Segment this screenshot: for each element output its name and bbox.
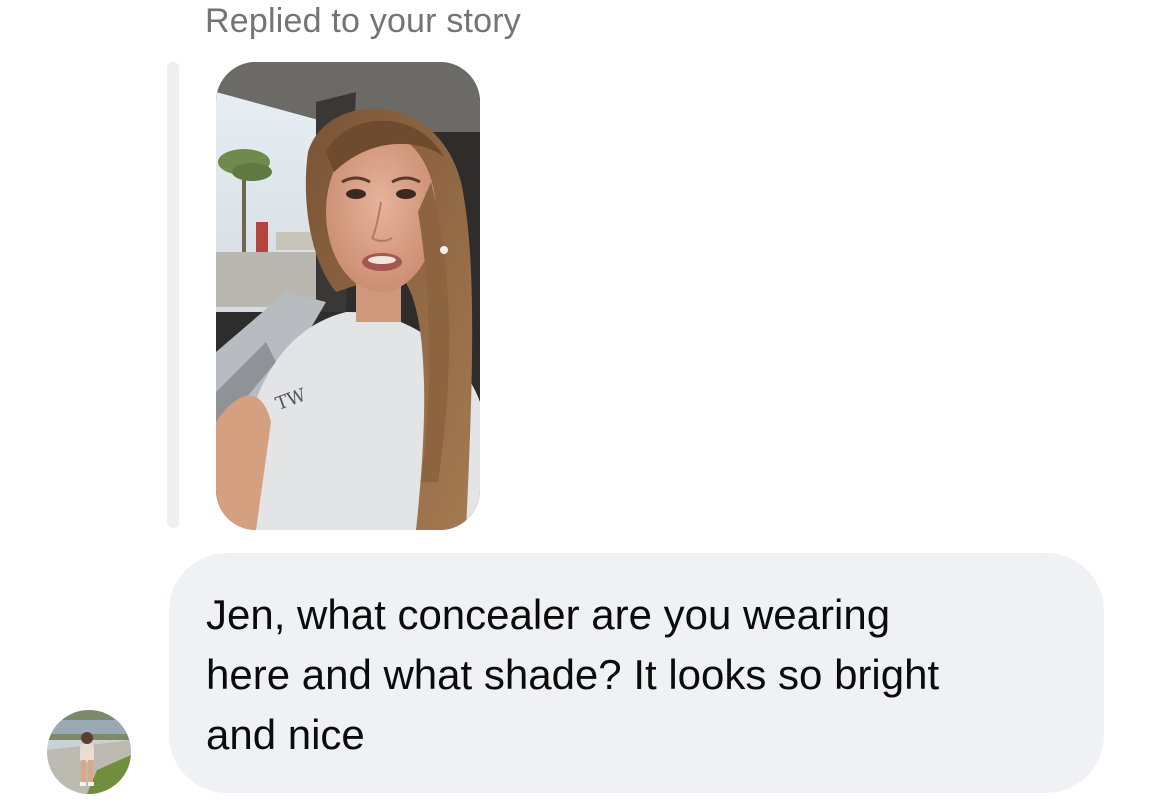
message-bubble[interactable]: Jen, what concealer are you wearing here… xyxy=(169,553,1104,793)
story-image: TW xyxy=(216,62,480,530)
message-text: Jen, what concealer are you wearing here… xyxy=(206,591,940,758)
reply-quote-bar xyxy=(167,62,179,528)
story-thumbnail[interactable]: TW xyxy=(216,62,480,530)
profile-photo-icon xyxy=(47,710,131,794)
sender-avatar[interactable] xyxy=(47,710,131,794)
replied-to-story-label: Replied to your story xyxy=(205,2,522,40)
